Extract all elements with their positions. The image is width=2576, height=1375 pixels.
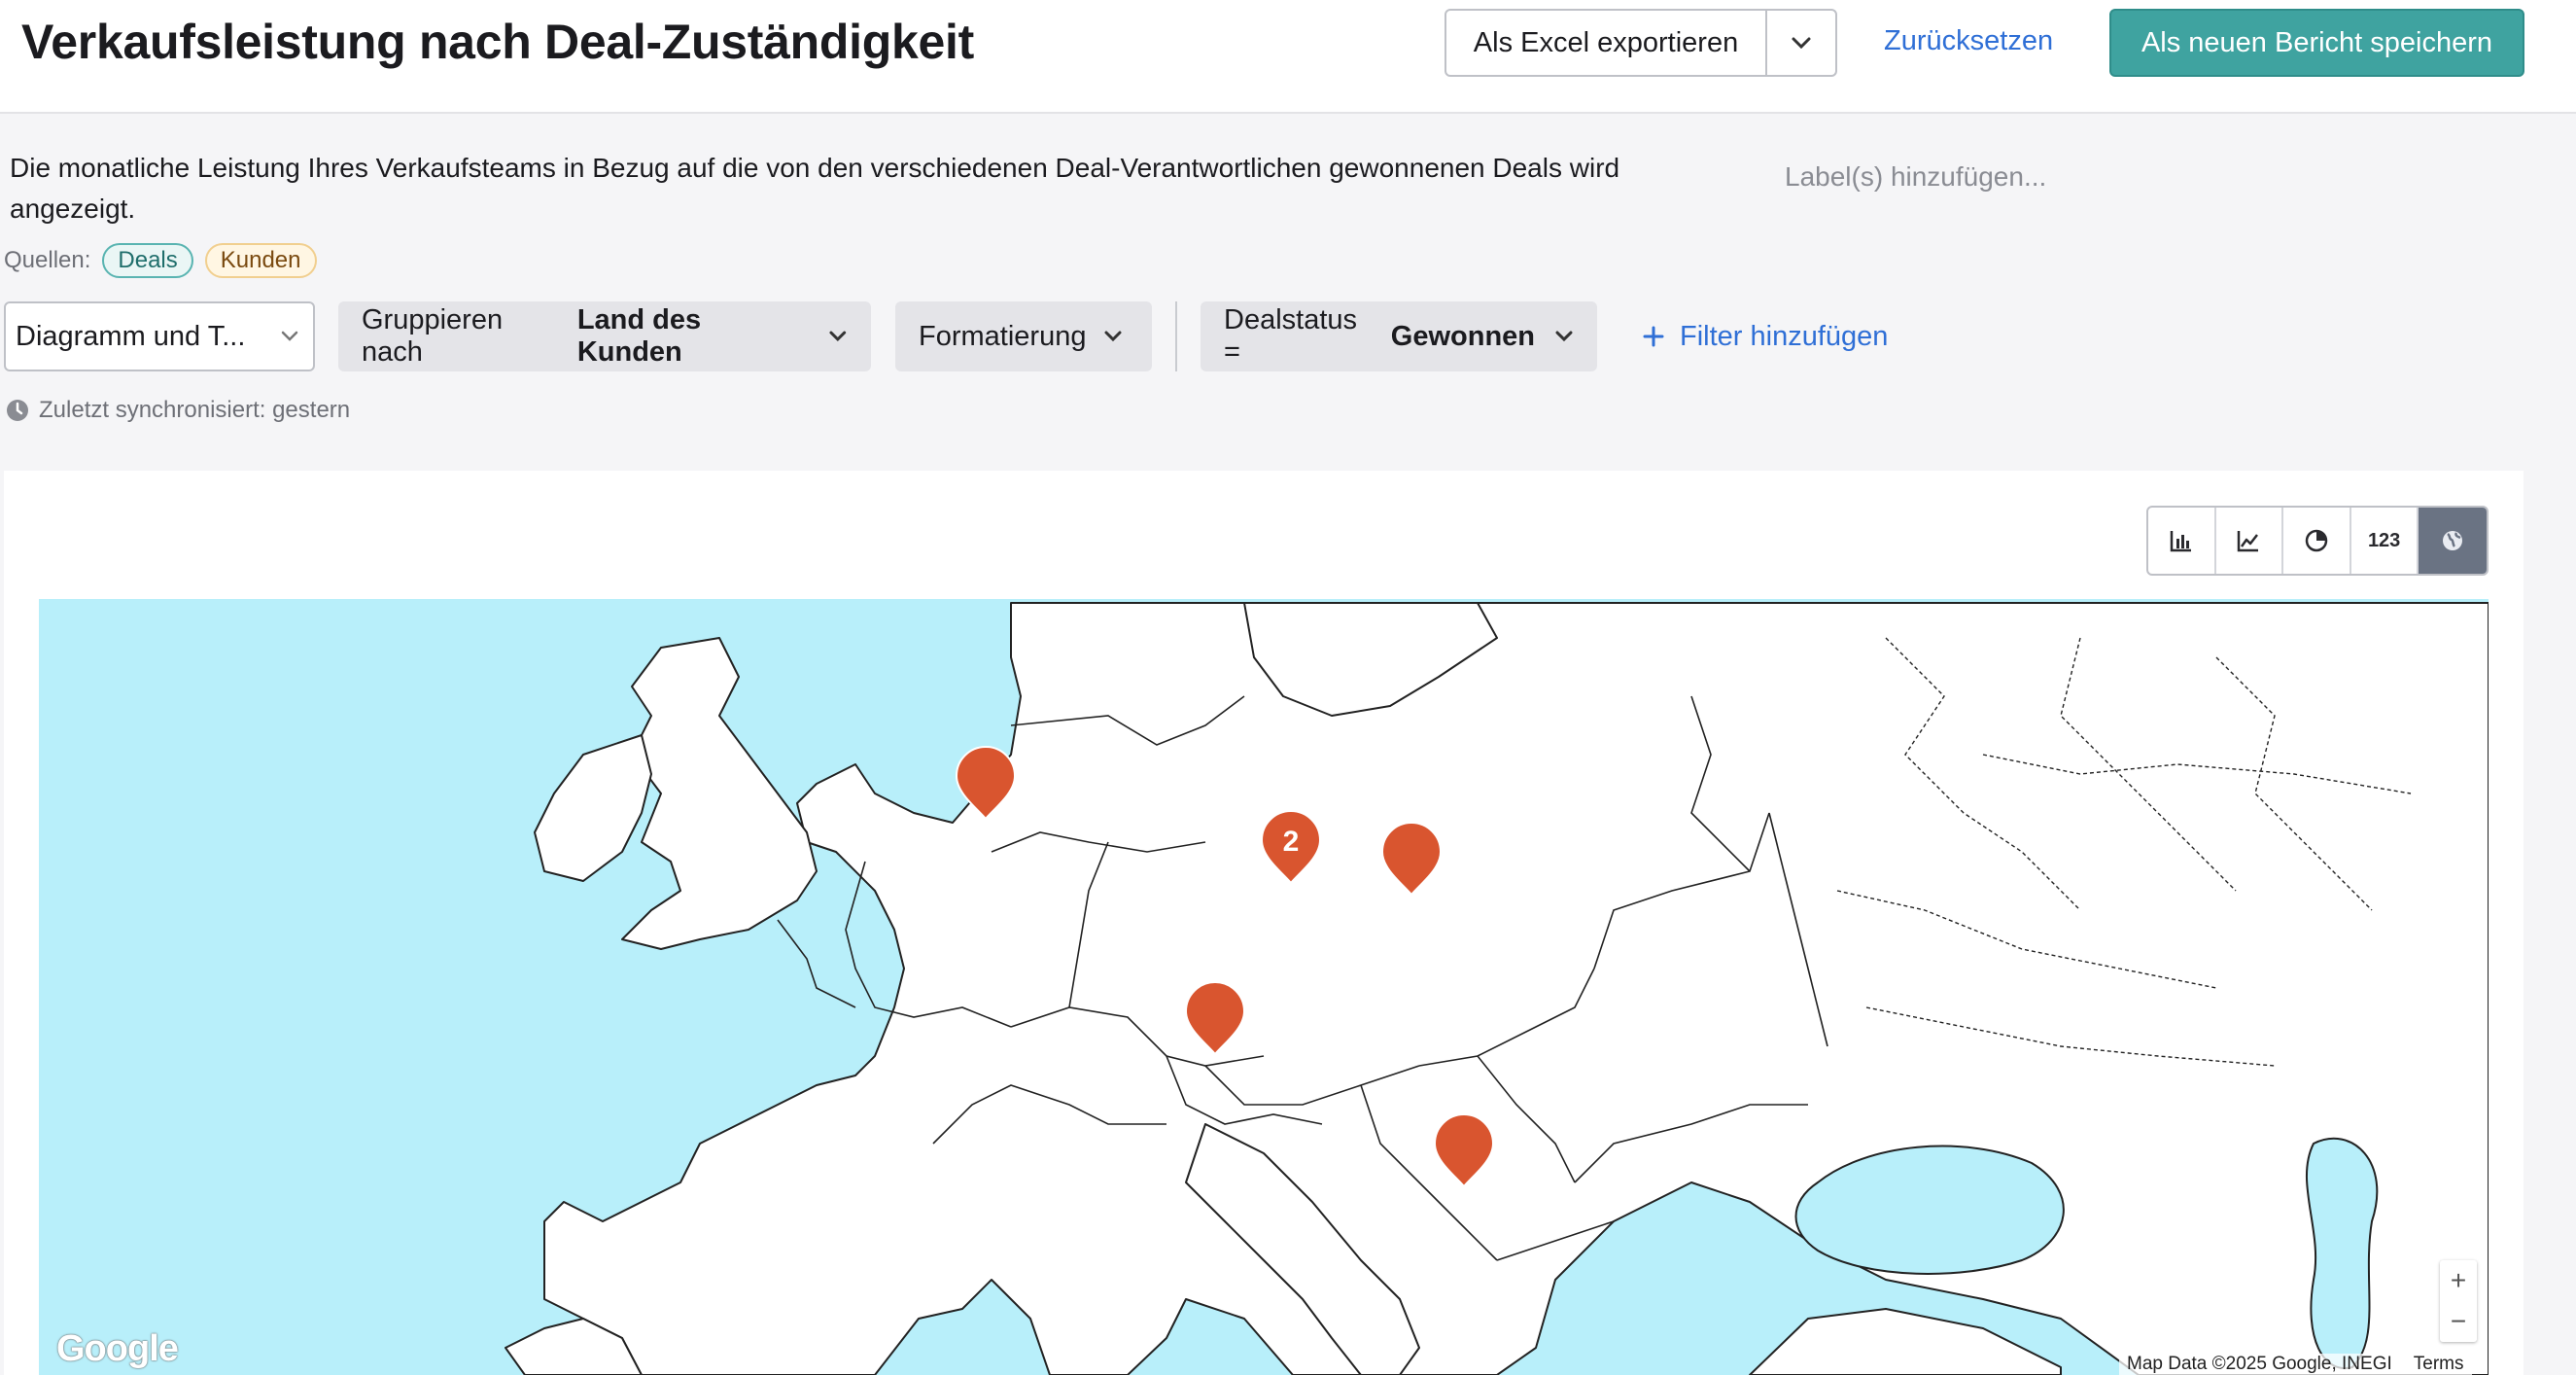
add-filter-label: Filter hinzufügen bbox=[1680, 320, 1889, 352]
report-header: Verkaufsleistung nach Deal-Zuständigkeit… bbox=[0, 0, 2576, 114]
map-marker-italien[interactable] bbox=[1433, 1113, 1495, 1188]
deal-status-value: Gewonnen bbox=[1390, 320, 1536, 352]
sync-text: Zuletzt synchronisiert: gestern bbox=[39, 397, 351, 423]
marker-count-label: 2 bbox=[1283, 826, 1300, 858]
map-marker-frankreich[interactable] bbox=[1184, 981, 1246, 1056]
source-chip-kunden[interactable]: Kunden bbox=[204, 243, 317, 278]
export-options-button[interactable] bbox=[1767, 11, 1835, 75]
source-chip-deals[interactable]: Deals bbox=[102, 243, 193, 278]
add-filter-button[interactable]: Filter hinzufügen bbox=[1643, 301, 1934, 371]
world-map[interactable]: 2 bbox=[39, 599, 2489, 1375]
view-select-value: Diagramm und T... bbox=[16, 320, 246, 352]
sources-label: Quellen: bbox=[4, 247, 91, 273]
marker-layer: 2 bbox=[955, 746, 1495, 1188]
map-zoom-control: + − bbox=[2440, 1260, 2477, 1342]
chevron-down-icon bbox=[1555, 331, 1573, 342]
export-excel-button[interactable]: Als Excel exportieren bbox=[1446, 11, 1767, 75]
group-by-value: Land des Kunden bbox=[576, 304, 702, 368]
map-marker-deutschland[interactable] bbox=[1380, 822, 1443, 897]
deal-status-filter[interactable]: Dealstatus = Gewonnen bbox=[1201, 301, 1597, 371]
page-title: Verkaufsleistung nach Deal-Zuständigkeit bbox=[21, 15, 974, 69]
zoom-out-button[interactable]: − bbox=[2451, 1306, 2466, 1337]
chevron-down-icon bbox=[1792, 37, 1811, 50]
line-chart-icon bbox=[2238, 531, 2259, 552]
report-description[interactable]: Die monatliche Leistung Ihres Verkaufste… bbox=[10, 148, 1750, 229]
reset-link[interactable]: Zurücksetzen bbox=[1884, 25, 2053, 57]
pie-chart-icon bbox=[2305, 529, 2328, 552]
clock-icon bbox=[7, 400, 28, 421]
map-data-credit: Map Data ©2025 Google, INEGI bbox=[2127, 1354, 2392, 1374]
formatting-label: Formatierung bbox=[919, 320, 1087, 352]
chart-type-switcher: 123 bbox=[2146, 506, 2489, 576]
save-new-report-button[interactable]: Als neuen Bericht speichern bbox=[2109, 9, 2524, 77]
bar-chart-button[interactable] bbox=[2148, 508, 2216, 574]
deal-status-prefix: Dealstatus = bbox=[1224, 304, 1358, 368]
map-chart-button[interactable] bbox=[2419, 508, 2487, 574]
google-logo: Google bbox=[56, 1328, 179, 1369]
group-by-button[interactable]: Gruppieren nach Land des Kunden bbox=[338, 301, 871, 371]
zoom-in-button[interactable]: + bbox=[2451, 1265, 2466, 1296]
add-labels-input[interactable]: Label(s) hinzufügen... bbox=[1785, 161, 2046, 193]
globe-icon bbox=[2443, 531, 2463, 550]
number-chart-button[interactable]: 123 bbox=[2351, 508, 2419, 574]
map-marker-irland[interactable] bbox=[955, 746, 1017, 821]
export-button-group: Als Excel exportieren bbox=[1445, 9, 1837, 77]
group-by-prefix: Gruppieren nach bbox=[362, 304, 504, 368]
pie-chart-button[interactable] bbox=[2283, 508, 2351, 574]
sync-status: Zuletzt synchronisiert: gestern bbox=[6, 397, 350, 424]
view-select[interactable]: Diagramm und T... bbox=[4, 301, 315, 371]
toolbar-divider bbox=[1175, 301, 1177, 371]
chevron-down-icon bbox=[1104, 331, 1122, 342]
chevron-down-icon bbox=[281, 331, 298, 341]
map-marker-niederlande[interactable]: 2 bbox=[1260, 810, 1322, 885]
sources-row: Quellen: Deals Kunden bbox=[4, 243, 317, 278]
formatting-button[interactable]: Formatierung bbox=[895, 301, 1152, 371]
plus-icon bbox=[1643, 326, 1664, 347]
line-chart-button[interactable] bbox=[2216, 508, 2284, 574]
chevron-down-icon bbox=[829, 331, 847, 342]
report-toolbar: Diagramm und T... Gruppieren nach Land d… bbox=[0, 301, 2576, 371]
map-terms-link[interactable]: Terms bbox=[2414, 1354, 2464, 1375]
bar-chart-icon bbox=[2170, 531, 2191, 552]
map-attribution: Map Data ©2025 Google, INEGI Terms bbox=[2119, 1354, 2472, 1375]
